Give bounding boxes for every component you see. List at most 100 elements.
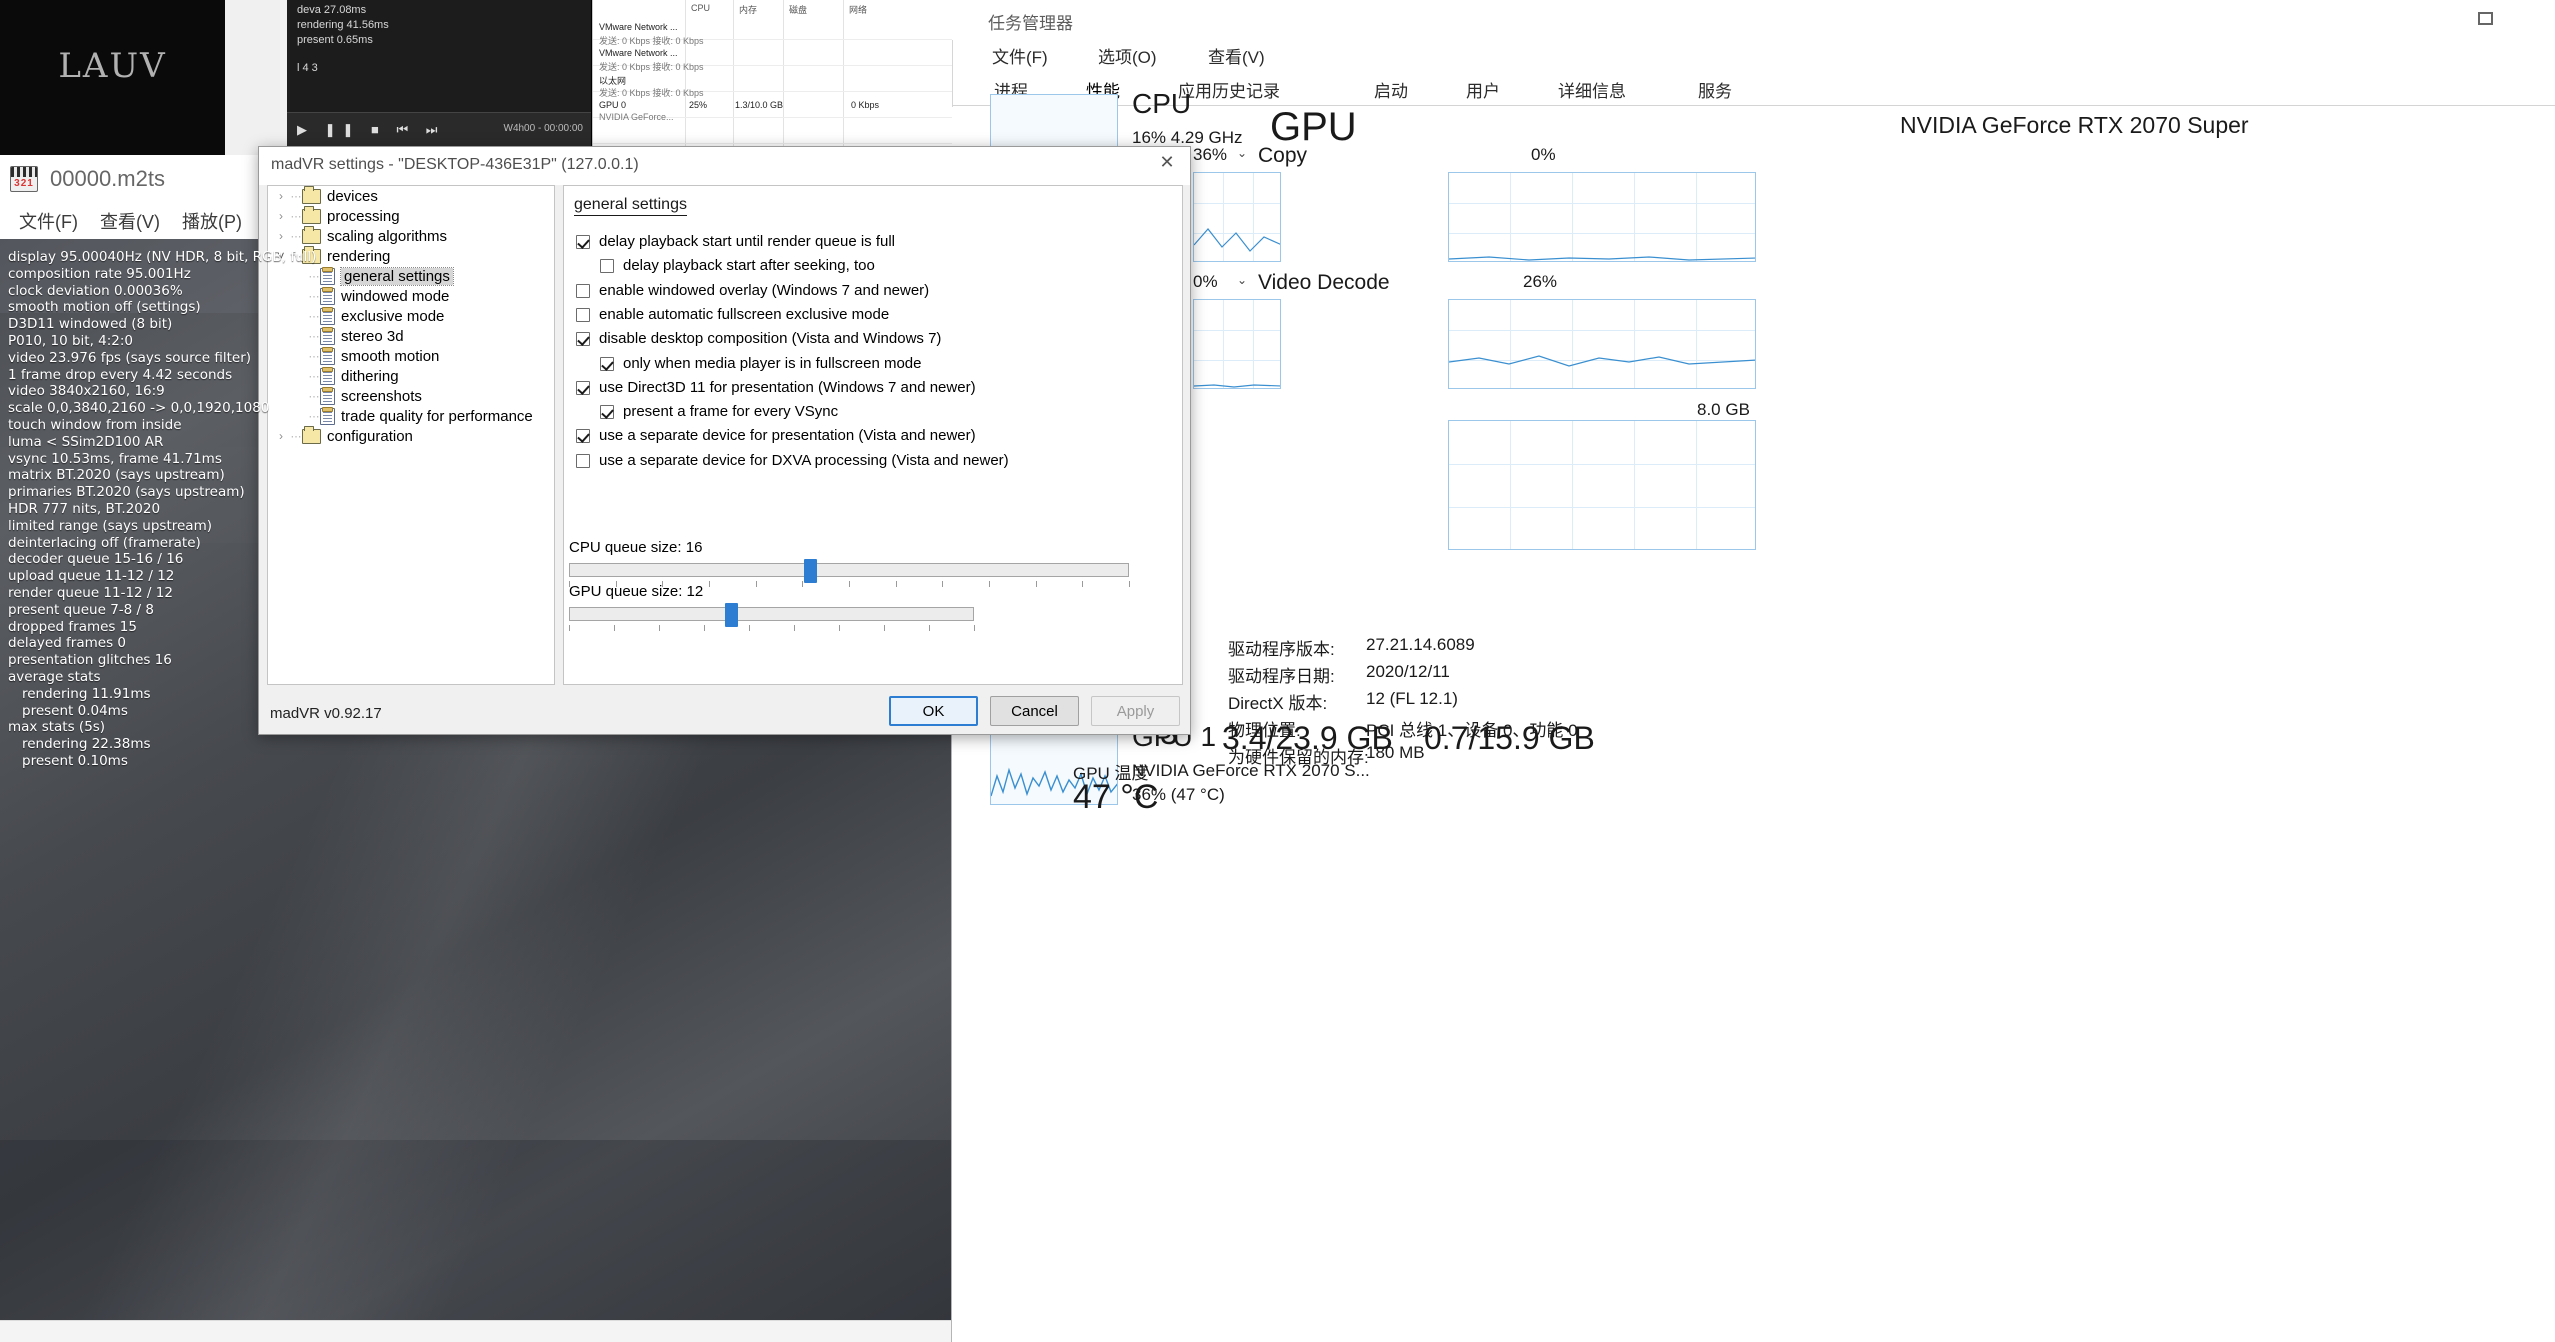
- osd-line: scale 0,0,3840,2160 -> 0,0,1920,1080: [8, 400, 270, 417]
- page-icon: [320, 346, 335, 365]
- memory-graph: [1448, 420, 1756, 550]
- tab-users[interactable]: 用户: [1456, 72, 1510, 107]
- checkbox-checked-icon[interactable]: [600, 356, 614, 371]
- madvr-general-settings-panel: general settings delay playback start un…: [563, 185, 1183, 685]
- osd-line: delayed frames 0: [8, 635, 126, 652]
- grid-cpu-cell: 25%: [689, 100, 708, 110]
- menu-view[interactable]: 查看(V): [1208, 43, 1265, 68]
- cpu-label: CPU: [1132, 88, 1192, 119]
- checkbox-only-when-media-player-is-in-fullscreen-mode[interactable]: only when media player is in fullscreen …: [600, 356, 921, 371]
- osd-line: max stats (5s): [8, 719, 106, 736]
- osd-line: matrix BT.2020 (says upstream): [8, 467, 225, 484]
- checkbox-present-a-frame-for-every-vsync[interactable]: present a frame for every VSync: [600, 404, 838, 420]
- chevron-right-icon[interactable]: ›: [272, 189, 290, 203]
- checkbox-checked-icon[interactable]: [600, 405, 614, 420]
- stat-key: DirectX 版本:: [1228, 694, 1328, 713]
- osd-line: decoder queue 15-16 / 16: [8, 551, 184, 568]
- madvr-osd-stats: display 95.00040Hz (NV HDR, 8 bit, RGB, …: [8, 249, 316, 770]
- checkbox-label: disable desktop composition (Vista and W…: [599, 330, 942, 348]
- checkbox-unchecked-icon[interactable]: [576, 283, 590, 298]
- slider-thumb[interactable]: [803, 559, 817, 583]
- slider-label: GPU queue size: 12: [569, 583, 704, 600]
- slider-thumb[interactable]: [725, 603, 739, 627]
- maximize-icon[interactable]: [2478, 12, 2493, 25]
- tree-item-scaling-algorithms[interactable]: › ⋯ scaling algorithms: [268, 225, 554, 246]
- tree-item-label: dithering: [341, 367, 399, 385]
- ok-button[interactable]: OK: [889, 696, 978, 726]
- slider-track[interactable]: [569, 603, 974, 627]
- dedicated-memory-value: 0.7/15.9 GB: [1424, 720, 1595, 756]
- checkbox-disable-desktop-composition-vista-and-windows-7[interactable]: disable desktop composition (Vista and W…: [576, 330, 942, 348]
- osd-line: D3D11 windowed (8 bit): [8, 316, 173, 333]
- chevron-down-icon[interactable]: ⌄: [1237, 273, 1247, 287]
- checkbox-checked-icon[interactable]: [576, 380, 590, 395]
- osd-line: composition rate 95.001Hz: [8, 265, 191, 282]
- checkbox-unchecked-icon[interactable]: [576, 453, 590, 468]
- grid-header: 网络: [849, 5, 868, 15]
- osd-line: rendering 22.38ms: [22, 736, 151, 753]
- tree-item-processing[interactable]: › ⋯ processing: [268, 205, 554, 226]
- madvr-titlebar: madVR settings - "DESKTOP-436E31P" (127.…: [259, 147, 1190, 185]
- gpu-temp-value: 47 °C: [1073, 778, 1159, 816]
- osd-line: present 0.10ms: [22, 752, 128, 769]
- checkbox-checked-icon[interactable]: [576, 429, 590, 444]
- osd-line: touch window from inside: [8, 416, 182, 433]
- osd-line: video 3840x2160, 16:9: [8, 383, 165, 400]
- tree-item-label: processing: [327, 207, 400, 225]
- chevron-right-icon[interactable]: ›: [272, 229, 290, 243]
- slider-gpu-queue-size[interactable]: GPU queue size: 12: [569, 583, 975, 635]
- checkbox-delay-playback-start-after-seeking-too[interactable]: delay playback start after seeking, too: [600, 258, 875, 274]
- checkbox-enable-automatic-fullscreen-exclusive-mode[interactable]: enable automatic fullscreen exclusive mo…: [576, 307, 889, 322]
- apply-button[interactable]: Apply: [1091, 696, 1180, 726]
- checkbox-checked-icon[interactable]: [576, 332, 590, 347]
- video-logo-text: LAUV: [58, 46, 167, 86]
- menu-file[interactable]: 文件(F): [992, 43, 1048, 68]
- menu-options[interactable]: 选项(O): [1098, 43, 1157, 68]
- chevron-right-icon[interactable]: ›: [272, 209, 290, 223]
- panel-title: general settings: [574, 196, 687, 216]
- stat-value: 27.21.14.6089: [1366, 635, 1475, 654]
- grid-row-name: VMware Network ...: [599, 48, 678, 58]
- player-seekbar[interactable]: [0, 1320, 951, 1342]
- tree-item-label: stereo 3d: [341, 327, 404, 345]
- osd-line: dropped frames 15: [8, 618, 137, 635]
- slider-track[interactable]: [569, 559, 1129, 583]
- osd-line: present 0.04ms: [22, 702, 128, 719]
- osd-line: smooth motion off (settings): [8, 299, 201, 316]
- mem-axis-label-top: 8.0 GB: [1697, 400, 1750, 419]
- grid-row-detail: 发送: 0 Kbps 接收: 0 Kbps: [599, 62, 704, 72]
- tree-item-label: devices: [327, 187, 378, 205]
- grid-header: CPU: [691, 3, 711, 13]
- player-menu-file[interactable]: 文件(F): [8, 206, 89, 236]
- tab-details[interactable]: 详细信息: [1548, 72, 1636, 107]
- page-icon: [320, 406, 335, 425]
- checkbox-label: use a separate device for presentation (…: [599, 427, 976, 445]
- grid-header: 磁盘: [789, 5, 808, 15]
- checkbox-use-a-separate-device-for-dxva-processing-vista-and-newer[interactable]: use a separate device for DXVA processin…: [576, 453, 1009, 468]
- videodecode-graph-left-pct: 0%: [1193, 272, 1218, 291]
- transport-buttons[interactable]: ▶ ❚❚ ■ ⏮ ⏭: [297, 122, 444, 138]
- checkbox-use-a-separate-device-for-presentation-vista-and-newer[interactable]: use a separate device for presentation (…: [576, 427, 976, 445]
- cancel-button[interactable]: Cancel: [990, 696, 1079, 726]
- player-menu-view[interactable]: 查看(V): [89, 206, 171, 236]
- tree-item-label: screenshots: [341, 387, 422, 405]
- chevron-down-icon[interactable]: ⌄: [1237, 146, 1247, 160]
- close-icon[interactable]: ✕: [1144, 147, 1190, 177]
- osd-line: vsync 10.53ms, frame 41.71ms: [8, 450, 222, 467]
- player-menu-play[interactable]: 播放(P): [171, 206, 253, 236]
- checkbox-unchecked-icon[interactable]: [576, 307, 590, 322]
- osd-line: presentation glitches 16: [8, 652, 172, 669]
- checkbox-use-direct3d-11-for-presentation-windows-7-and-newer[interactable]: use Direct3D 11 for presentation (Window…: [576, 380, 976, 395]
- tab-startup[interactable]: 启动: [1364, 72, 1418, 107]
- checkbox-checked-icon[interactable]: [576, 235, 590, 249]
- tiny-window-transport-bar[interactable]: ▶ ❚❚ ■ ⏮ ⏭ W4h00 - 00:00:00: [287, 112, 591, 148]
- checkbox-delay-playback-start-until-render-queue-is-full[interactable]: delay playback start until render queue …: [576, 234, 895, 249]
- tree-connector: ⋯: [290, 190, 302, 203]
- folder-icon: [302, 225, 321, 244]
- tab-services[interactable]: 服务: [1688, 72, 1742, 107]
- task-manager-title: 任务管理器: [988, 14, 1073, 33]
- tree-item-devices[interactable]: › ⋯ devices: [268, 186, 554, 206]
- checkbox-enable-windowed-overlay-windows-7-and-newer[interactable]: enable windowed overlay (Windows 7 and n…: [576, 283, 929, 298]
- checkbox-unchecked-icon[interactable]: [600, 259, 614, 274]
- tiny-stat-line: rendering 41.56ms: [297, 19, 389, 31]
